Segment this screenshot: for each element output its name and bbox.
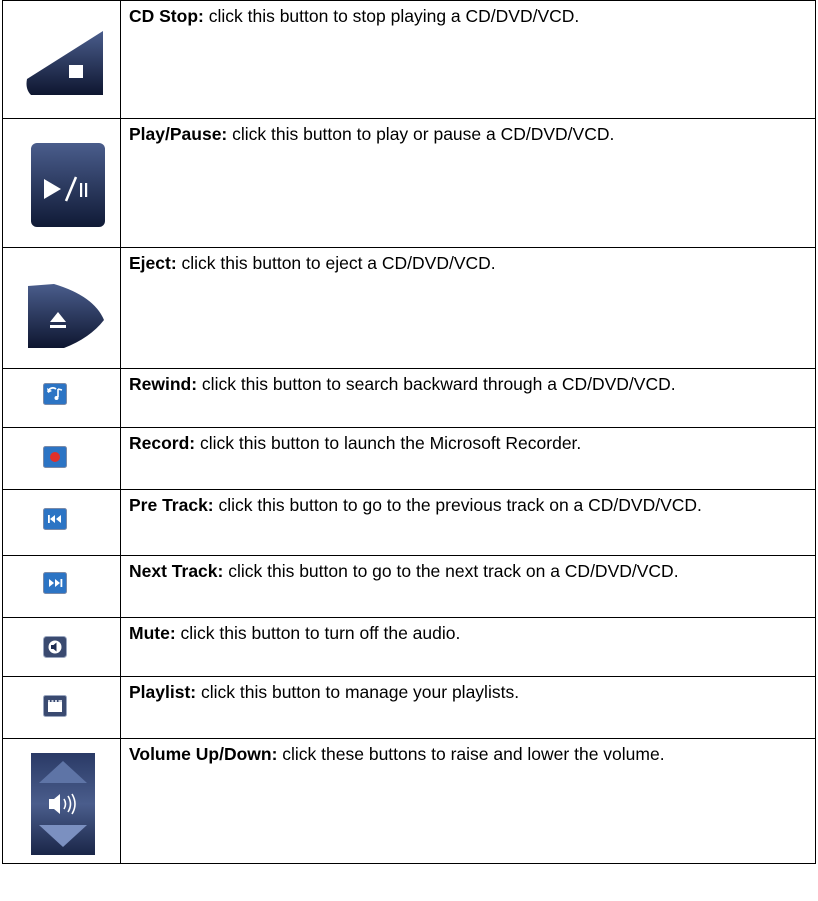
description-text: click this button to manage your playlis…: [196, 682, 520, 702]
table-row: Record: click this button to launch the …: [2, 427, 816, 490]
description-cell: Eject: click this button to eject a CD/D…: [120, 247, 816, 369]
table-row: Playlist: click this button to manage yo…: [2, 676, 816, 739]
table-row: Pre Track: click this button to go to th…: [2, 489, 816, 556]
description-text: click this button to go to the next trac…: [223, 561, 679, 581]
description-cell: Next Track: click this button to go to t…: [120, 555, 816, 618]
description-text: click this button to stop playing a CD/D…: [203, 6, 580, 26]
description-text: click this button to go to the previous …: [213, 495, 702, 515]
table-row: Next Track: click this button to go to t…: [2, 555, 816, 618]
mute-icon: [43, 636, 67, 658]
table-row: Volume Up/Down: click these buttons to r…: [2, 738, 816, 864]
record-icon: [43, 446, 67, 468]
description-text: click these buttons to raise and lower t…: [277, 744, 665, 764]
term-label: Playlist:: [129, 682, 197, 702]
table-row: Eject: click this button to eject a CD/D…: [2, 247, 816, 369]
rewind-icon: [43, 383, 67, 405]
table-row: CD Stop: click this button to stop playi…: [2, 0, 816, 119]
term-label: Rewind:: [129, 374, 198, 394]
description-cell: Play/Pause: click this button to play or…: [120, 118, 816, 248]
description-text: click this button to play or pause a CD/…: [227, 124, 615, 144]
term-label: Pre Track:: [129, 495, 214, 515]
cd-stop-icon: [26, 31, 103, 95]
description-text: click this button to search backward thr…: [197, 374, 676, 394]
description-text: click this button to turn off the audio.: [175, 623, 461, 643]
term-label: Record:: [129, 433, 196, 453]
eject-icon: [28, 284, 104, 348]
term-label: Play/Pause:: [129, 124, 228, 144]
description-cell: Playlist: click this button to manage yo…: [120, 676, 816, 739]
table-row: Mute: click this button to turn off the …: [2, 617, 816, 677]
term-label: Next Track:: [129, 561, 224, 581]
description-text: click this button to launch the Microsof…: [195, 433, 582, 453]
button-reference-table: CD Stop: click this button to stop playi…: [2, 0, 816, 864]
table-row: Rewind: click this button to search back…: [2, 368, 816, 428]
term-label: CD Stop:: [129, 6, 204, 26]
description-cell: CD Stop: click this button to stop playi…: [120, 0, 816, 119]
term-label: Mute:: [129, 623, 176, 643]
term-label: Volume Up/Down:: [129, 744, 278, 764]
description-text: click this button to eject a CD/DVD/VCD.: [176, 253, 496, 273]
table-row: Play/Pause: click this button to play or…: [2, 118, 816, 248]
next-track-icon: [43, 572, 67, 594]
description-cell: Pre Track: click this button to go to th…: [120, 489, 816, 556]
description-cell: Mute: click this button to turn off the …: [120, 617, 816, 677]
description-cell: Rewind: click this button to search back…: [120, 368, 816, 428]
playlist-icon: [43, 695, 67, 717]
term-label: Eject:: [129, 253, 177, 273]
description-cell: Volume Up/Down: click these buttons to r…: [120, 738, 816, 864]
volume-up-down-icon: [31, 753, 95, 855]
description-cell: Record: click this button to launch the …: [120, 427, 816, 490]
previous-track-icon: [43, 508, 67, 530]
play-pause-icon: [31, 143, 105, 227]
